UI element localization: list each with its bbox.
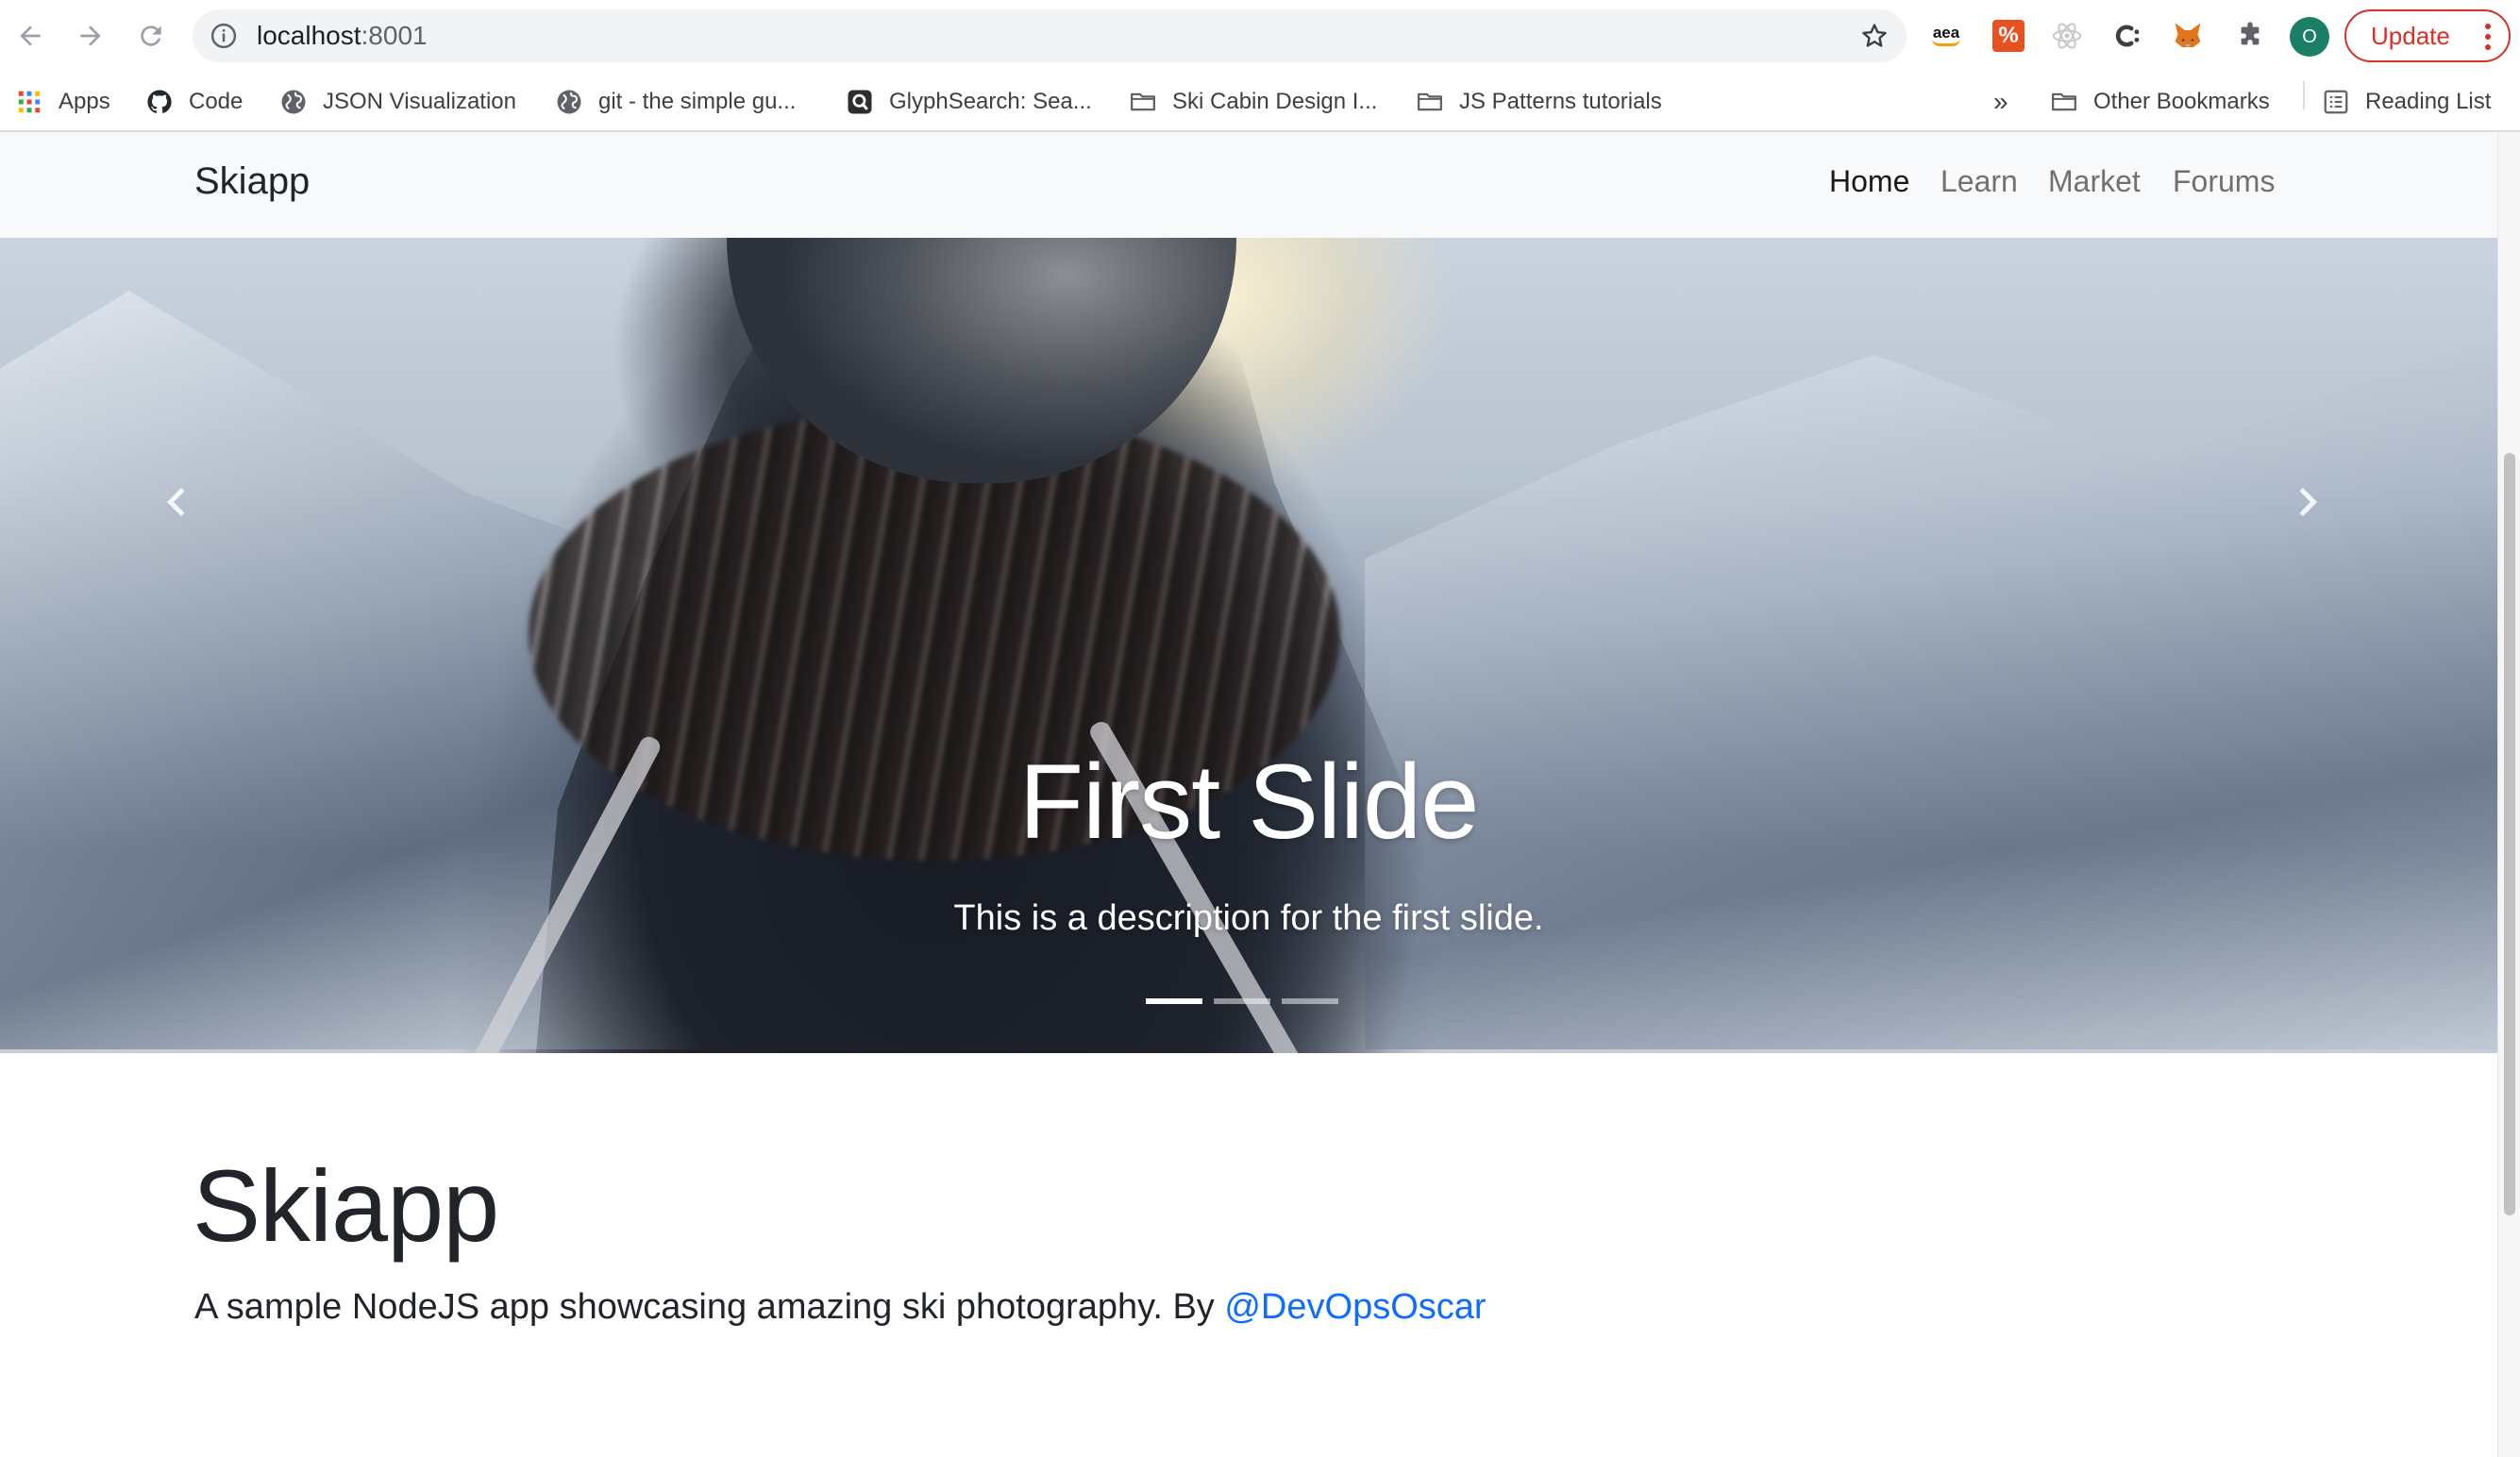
other-bookmarks-button[interactable]: Other Bookmarks	[2050, 83, 2270, 121]
bookmark-code[interactable]: Code	[145, 83, 243, 121]
percent-extension-label: %	[1992, 20, 2024, 52]
bookmark-label: GlyphSearch: Sea...	[889, 89, 1092, 114]
update-button[interactable]: Update	[2344, 9, 2511, 62]
page-scrollbar[interactable]	[2497, 132, 2520, 1457]
bookmark-apps[interactable]: Apps	[15, 83, 110, 121]
address-bar[interactable]: localhost:8001	[193, 9, 1907, 62]
folder-icon	[1416, 88, 1444, 116]
bookmarks-bar: Apps Code JSON Visualization git - the s…	[0, 72, 2520, 132]
c-extension-icon[interactable]	[2107, 15, 2148, 57]
metamask-fox-icon[interactable]	[2167, 15, 2209, 57]
lead-text: A sample NodeJS app showcasing amazing s…	[194, 1287, 1225, 1327]
bookmark-label: Ski Cabin Design I...	[1172, 89, 1378, 114]
apps-grid-icon	[15, 88, 43, 116]
bookmark-label: Code	[189, 89, 244, 114]
carousel-indicator-2[interactable]	[1214, 998, 1270, 1004]
bookmark-ski-cabin-design[interactable]: Ski Cabin Design I...	[1129, 83, 1377, 121]
extensions-puzzle-icon[interactable]	[2229, 15, 2271, 57]
bookmark-star-icon[interactable]	[1859, 21, 1890, 51]
folder-icon	[1129, 88, 1157, 116]
carousel-next-button[interactable]	[2278, 474, 2335, 530]
carousel-prev-button[interactable]	[149, 474, 206, 530]
bookmark-label: JS Patterns tutorials	[1459, 89, 1662, 114]
reload-icon	[141, 25, 161, 46]
update-button-label: Update	[2371, 21, 2450, 50]
nav-link-home[interactable]: Home	[1829, 164, 1909, 199]
globe-icon	[279, 88, 308, 116]
react-devtools-extension-icon[interactable]	[2046, 15, 2088, 57]
nav-link-learn[interactable]: Learn	[1940, 164, 2018, 199]
scrollbar-thumb[interactable]	[2504, 453, 2515, 1215]
carousel-caption-title: First Slide	[1018, 743, 1480, 861]
nav-link-market[interactable]: Market	[2048, 164, 2141, 199]
browser-chrome: localhost:8001 aea % O Update Apps Code …	[0, 0, 2520, 132]
carousel-indicator-3[interactable]	[1282, 998, 1338, 1004]
nav-link-forums[interactable]: Forums	[2173, 164, 2275, 199]
bookmark-label: Apps	[59, 89, 110, 114]
bookmark-label: JSON Visualization	[323, 89, 516, 114]
profile-avatar[interactable]: O	[2290, 17, 2329, 57]
reload-button[interactable]	[132, 17, 170, 55]
forward-arrow-icon	[80, 25, 101, 46]
bookmarks-overflow-button[interactable]: »	[1993, 83, 2008, 121]
bookmark-json-visualization[interactable]: JSON Visualization	[279, 83, 516, 121]
site-info-icon[interactable]	[210, 22, 238, 50]
page-viewport: Skiapp Home Learn Market Forums First Sl…	[0, 132, 2497, 1457]
amazon-assistant-extension-icon[interactable]: aea	[1925, 15, 1967, 57]
url-text: localhost:8001	[257, 9, 428, 62]
reading-list-button[interactable]: Reading List	[2322, 83, 2491, 121]
page-title: Skiapp	[193, 1148, 499, 1263]
browser-toolbar: localhost:8001 aea % O Update	[0, 0, 2520, 72]
more-vert-icon	[2485, 24, 2491, 50]
carousel-indicators	[1146, 998, 1338, 1004]
folder-icon	[2050, 88, 2078, 116]
bookmark-js-patterns-tutorials[interactable]: JS Patterns tutorials	[1416, 83, 1662, 121]
amazon-extension-label: aea	[1932, 24, 1960, 42]
navbar-brand[interactable]: Skiapp	[194, 160, 310, 203]
forward-button[interactable]	[72, 17, 109, 55]
globe-icon	[555, 88, 583, 116]
glyphsearch-icon	[846, 88, 874, 116]
reading-list-label: Reading List	[2365, 89, 2492, 114]
percent-extension-icon[interactable]: %	[1988, 15, 2029, 57]
bookmark-git-simple-guide[interactable]: git - the simple gu...	[555, 83, 796, 121]
author-link[interactable]: @DevOpsOscar	[1224, 1287, 1486, 1327]
chevron-left-icon	[166, 487, 185, 517]
url-host: localhost	[257, 21, 361, 50]
site-navbar: Skiapp Home Learn Market Forums	[0, 132, 2497, 238]
reading-list-icon	[2322, 88, 2350, 116]
chevron-right-icon	[2299, 487, 2318, 517]
bookmark-label: git - the simple gu...	[598, 89, 797, 114]
back-button[interactable]	[11, 17, 49, 55]
carousel-indicator-1[interactable]	[1146, 998, 1202, 1004]
bookmarks-divider	[2303, 81, 2305, 109]
page-lead: A sample NodeJS app showcasing amazing s…	[194, 1287, 1487, 1328]
carousel-caption-text: This is a description for the first slid…	[953, 898, 1544, 938]
github-icon	[145, 88, 174, 116]
bookmark-glyphsearch[interactable]: GlyphSearch: Sea...	[846, 83, 1092, 121]
url-port: :8001	[361, 21, 428, 50]
other-bookmarks-label: Other Bookmarks	[2093, 89, 2270, 114]
back-arrow-icon	[20, 25, 41, 46]
